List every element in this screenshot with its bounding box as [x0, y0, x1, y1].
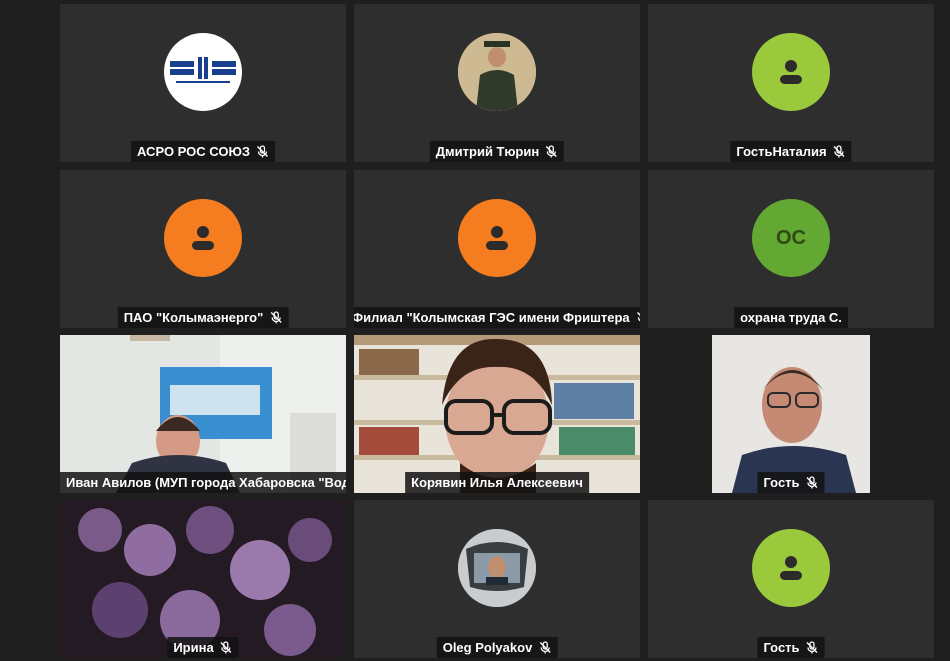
participant-name-tag: АСРО РОС СОЮЗ: [130, 141, 276, 162]
participant-name-tag: ПАО "Колымаэнерго": [117, 307, 289, 328]
mic-off-icon: [545, 145, 558, 158]
participant-name-tag: Гость: [757, 472, 825, 493]
participant-video: [712, 335, 870, 493]
participant-video: [60, 335, 346, 493]
participant-name: Ирина: [173, 640, 214, 655]
participant-name: Гость: [763, 475, 800, 490]
profile-photo-avatar: [458, 33, 536, 111]
avatar-initials: ОС: [776, 226, 806, 249]
participant-tile-gost-natalia[interactable]: ГостьНаталия: [648, 4, 934, 162]
mic-off-icon: [806, 641, 819, 654]
participant-name-tag: ГостьНаталия: [730, 141, 852, 162]
participant-name: Филиал "Колымская ГЭС имени Фриштера: [354, 310, 630, 325]
participant-name-tag: Филиал "Колымская ГЭС имени Фриштера: [354, 307, 640, 328]
mic-off-icon: [220, 641, 233, 654]
participant-name: Oleg Polyakov: [442, 640, 533, 655]
participant-name: ГостьНаталия: [736, 144, 827, 159]
person-icon: [192, 226, 214, 250]
person-icon: [486, 226, 508, 250]
participant-name: ПАО "Колымаэнерго": [123, 310, 264, 325]
mic-off-icon: [806, 476, 819, 489]
participant-tile-irina[interactable]: Ирина: [60, 500, 346, 658]
participant-tile-koryavin[interactable]: Корявин Илья Алексеевич: [354, 335, 640, 493]
mic-off-icon: [833, 145, 846, 158]
organization-logo-avatar: [164, 33, 242, 111]
participant-tile-gost-video[interactable]: Гость: [648, 335, 934, 493]
initials-avatar: ОС: [752, 199, 830, 277]
participant-name-tag: Ирина: [167, 637, 239, 658]
participant-name-tag: Гость: [757, 637, 825, 658]
participant-tile-dmitry[interactable]: Дмитрий Тюрин: [354, 4, 640, 162]
participant-tile-okhrana-truda[interactable]: ОС охрана труда С.: [648, 170, 934, 328]
person-icon-avatar: [752, 33, 830, 111]
participant-tile-kolymskaya-ges[interactable]: Филиал "Колымская ГЭС имени Фриштера: [354, 170, 640, 328]
participant-name-tag: охрана труда С.: [734, 307, 848, 328]
mic-off-icon: [636, 311, 640, 324]
person-icon: [780, 556, 802, 580]
person-icon-avatar: [164, 199, 242, 277]
participant-tile-gost-2[interactable]: Гость: [648, 500, 934, 658]
participant-name-tag: Корявин Илья Алексеевич: [405, 472, 589, 493]
participant-name-tag: Иван Авилов (МУП города Хабаровска "Вод: [60, 472, 346, 493]
mic-off-icon: [538, 641, 551, 654]
participant-name: Дмитрий Тюрин: [435, 144, 540, 159]
participant-name-tag: Oleg Polyakov: [436, 637, 558, 658]
person-icon: [780, 60, 802, 84]
participant-name: охрана труда С.: [740, 310, 842, 325]
mic-off-icon: [269, 311, 282, 324]
participant-name: Иван Авилов (МУП города Хабаровска "Вод: [66, 475, 346, 490]
participant-tile-kolymaenergo[interactable]: ПАО "Колымаэнерго": [60, 170, 346, 328]
person-icon-avatar: [752, 529, 830, 607]
participant-tile-ivan-avilov[interactable]: Иван Авилов (МУП города Хабаровска "Вод: [60, 335, 346, 493]
person-icon-avatar: [458, 199, 536, 277]
participant-tile-oleg-polyakov[interactable]: Oleg Polyakov: [354, 500, 640, 658]
participant-name-tag: Дмитрий Тюрин: [429, 141, 565, 162]
mic-off-icon: [256, 145, 269, 158]
participant-name: Гость: [763, 640, 800, 655]
participant-name: Корявин Илья Алексеевич: [411, 475, 583, 490]
profile-photo-avatar: [458, 529, 536, 607]
participant-tile-asro[interactable]: АСРО РОС СОЮЗ: [60, 4, 346, 162]
participant-name: АСРО РОС СОЮЗ: [136, 144, 251, 159]
participant-video: [354, 335, 640, 493]
participant-background-image: [60, 500, 346, 658]
